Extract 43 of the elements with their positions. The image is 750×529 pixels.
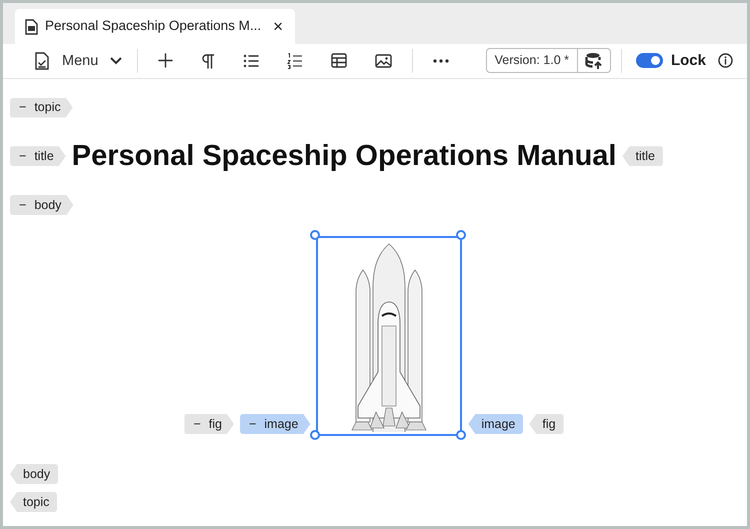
collapse-toggle[interactable]: − (19, 198, 26, 212)
close-tag[interactable]: body (10, 464, 58, 484)
close-button[interactable]: × (271, 18, 285, 35)
table-icon (331, 53, 348, 68)
open-tag[interactable]: − fig (184, 414, 234, 434)
open-tag[interactable]: − title (10, 146, 66, 166)
close-tag[interactable]: image (468, 414, 524, 434)
numbered-list-icon (287, 52, 304, 69)
close-tag[interactable]: title (622, 146, 663, 166)
open-tag[interactable]: − body (10, 195, 74, 215)
resize-handle[interactable] (310, 230, 320, 240)
tab-title: Personal Spaceship Operations M... (45, 17, 262, 36)
tag-label: body (34, 196, 62, 214)
pilcrow-icon (201, 52, 216, 69)
lock-label: Lock (670, 50, 706, 70)
database-upload-icon (584, 52, 603, 70)
plus-icon (158, 53, 174, 68)
menu-button[interactable]: Menu (25, 48, 132, 74)
collapse-toggle[interactable]: − (248, 418, 256, 430)
document-icon (25, 18, 38, 34)
close-tag[interactable]: fig (529, 414, 564, 434)
collapse-toggle[interactable]: − (19, 101, 26, 114)
collapse-toggle[interactable]: − (19, 150, 26, 162)
open-tag[interactable]: − topic (10, 98, 73, 118)
image-icon (375, 54, 392, 68)
tag-label: topic (34, 99, 61, 116)
close-tag[interactable]: topic (10, 492, 58, 512)
lock-toggle[interactable] (636, 53, 663, 68)
document-check-icon (34, 52, 50, 70)
chevron-down-icon (110, 56, 122, 65)
resize-handle[interactable] (310, 430, 320, 440)
tag-label: title (34, 148, 54, 165)
document-tab[interactable]: Personal Spaceship Operations M... × (15, 9, 295, 44)
more-icon (433, 58, 450, 63)
resize-handle[interactable] (456, 230, 466, 240)
bulleted-list-icon (243, 54, 260, 68)
tag-label: fig (208, 416, 222, 433)
open-tag[interactable]: − image (240, 414, 310, 434)
info-icon (718, 53, 733, 68)
resize-handle[interactable] (456, 430, 466, 440)
tag-label: image (264, 416, 298, 433)
document-title: Personal Spaceship Operations Manual (72, 138, 616, 174)
collapse-toggle[interactable]: − (193, 418, 201, 430)
